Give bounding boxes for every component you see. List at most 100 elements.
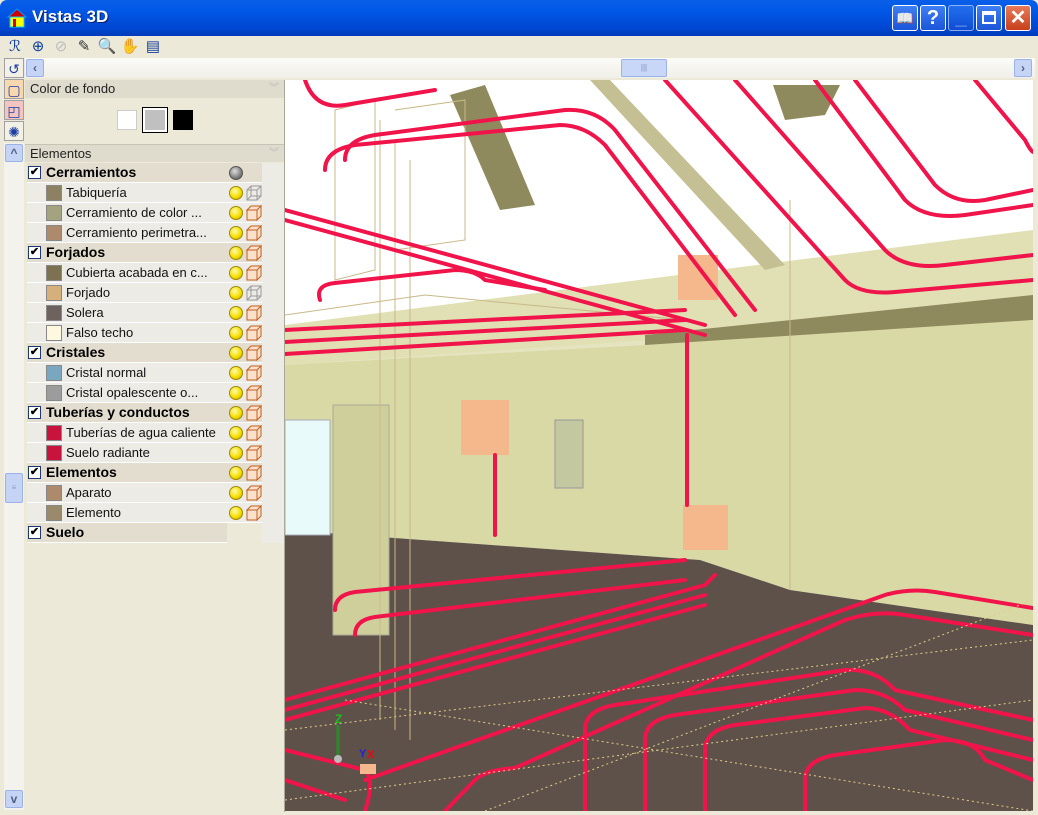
undo-rotate-icon[interactable]: ↺ bbox=[4, 58, 24, 78]
light-bulb-icon[interactable] bbox=[229, 466, 243, 480]
bg-swatch-gray[interactable] bbox=[142, 107, 168, 133]
horizontal-scrollbar[interactable]: ‹ ||| › bbox=[25, 58, 1035, 78]
solid-view-icon[interactable]: ▢ bbox=[4, 79, 24, 99]
maximize-button[interactable] bbox=[976, 5, 1002, 31]
solid-cube-icon[interactable] bbox=[246, 385, 262, 401]
scroll-left-button[interactable]: ‹ bbox=[26, 59, 44, 77]
minimize-button[interactable]: _ bbox=[948, 5, 974, 31]
light-bulb-icon[interactable] bbox=[229, 346, 243, 360]
light-bulb-icon[interactable] bbox=[229, 326, 243, 340]
layer-row[interactable]: Solera bbox=[27, 303, 262, 323]
collapse-icon[interactable]: ︾ bbox=[269, 80, 279, 98]
light-bulb-icon[interactable] bbox=[229, 206, 243, 220]
close-button[interactable]: ✕ bbox=[1005, 5, 1031, 31]
scroll-right-button[interactable]: › bbox=[1014, 59, 1032, 77]
zoom-previous-icon[interactable]: ⊘ bbox=[51, 38, 71, 56]
scroll-up-button[interactable]: ^ bbox=[5, 144, 23, 162]
layer-color-swatch[interactable] bbox=[46, 365, 62, 381]
solid-cube-icon[interactable] bbox=[246, 505, 262, 521]
layer-row[interactable]: Tabiquería bbox=[27, 183, 262, 203]
collapse-icon[interactable]: ︾ bbox=[269, 145, 279, 163]
layer-row[interactable]: Suelo radiante bbox=[27, 443, 262, 463]
layer-color-swatch[interactable] bbox=[46, 425, 62, 441]
solid-cube-icon[interactable] bbox=[246, 345, 262, 361]
light-bulb-icon[interactable] bbox=[229, 186, 243, 200]
light-bulb-icon[interactable] bbox=[229, 426, 243, 440]
group-row[interactable]: ✔ Forjados bbox=[27, 243, 262, 263]
solid-cube-icon[interactable] bbox=[246, 205, 262, 221]
background-color-header[interactable]: Color de fondo ︾ bbox=[25, 80, 284, 98]
light-bulb-icon[interactable] bbox=[229, 446, 243, 460]
group-row[interactable]: ✔ Cristales bbox=[27, 343, 262, 363]
layer-row[interactable]: Tuberías de agua caliente bbox=[27, 423, 262, 443]
solid-cube-icon[interactable] bbox=[246, 225, 262, 241]
export-view-icon[interactable]: ▤ bbox=[143, 38, 163, 56]
layer-row[interactable]: Elemento bbox=[27, 503, 262, 523]
layer-color-swatch[interactable] bbox=[46, 225, 62, 241]
layer-color-swatch[interactable] bbox=[46, 325, 62, 341]
layer-row[interactable]: Cerramiento perimetra... bbox=[27, 223, 262, 243]
solid-cube-icon[interactable] bbox=[246, 445, 262, 461]
layer-color-swatch[interactable] bbox=[46, 385, 62, 401]
light-bulb-icon[interactable] bbox=[229, 266, 243, 280]
layer-color-swatch[interactable] bbox=[46, 205, 62, 221]
group-row[interactable]: ✔ Tuberías y conductos bbox=[27, 403, 262, 423]
solid-cube-icon[interactable] bbox=[246, 425, 262, 441]
zoom-dynamic-icon[interactable]: 🔍 bbox=[97, 38, 117, 56]
solid-cube-icon[interactable] bbox=[246, 365, 262, 381]
group-checkbox[interactable]: ✔ bbox=[28, 406, 41, 419]
layer-color-swatch[interactable] bbox=[46, 305, 62, 321]
solid-cube-icon[interactable] bbox=[246, 325, 262, 341]
orbit-view-icon[interactable]: ◰ bbox=[4, 100, 24, 120]
book-help-button[interactable]: 📖 bbox=[892, 5, 918, 31]
light-bulb-icon[interactable] bbox=[229, 286, 243, 300]
help-button[interactable]: ? bbox=[920, 5, 946, 31]
pan-hand-icon[interactable]: ✋ bbox=[120, 38, 140, 56]
group-checkbox[interactable]: ✔ bbox=[28, 166, 41, 179]
panel-vertical-scrollbar[interactable]: ^ ≡ v bbox=[4, 143, 24, 810]
layer-color-swatch[interactable] bbox=[46, 285, 62, 301]
group-checkbox[interactable]: ✔ bbox=[28, 346, 41, 359]
group-checkbox[interactable]: ✔ bbox=[28, 246, 41, 259]
bg-swatch-black[interactable] bbox=[173, 110, 193, 130]
wireframe-cube-icon[interactable] bbox=[246, 185, 262, 201]
layer-row[interactable]: Falso techo bbox=[27, 323, 262, 343]
group-row[interactable]: ✔ Cerramientos bbox=[27, 163, 262, 183]
layer-row[interactable]: Cristal opalescente o... bbox=[27, 383, 262, 403]
bg-swatch-white[interactable] bbox=[117, 110, 137, 130]
solid-cube-icon[interactable] bbox=[246, 405, 262, 421]
group-checkbox[interactable]: ✔ bbox=[28, 466, 41, 479]
light-bulb-icon[interactable] bbox=[229, 246, 243, 260]
layer-color-swatch[interactable] bbox=[46, 265, 62, 281]
light-bulb-icon[interactable] bbox=[229, 506, 243, 520]
elements-header[interactable]: Elementos ︾ bbox=[25, 144, 284, 162]
layer-row[interactable]: Aparato bbox=[27, 483, 262, 503]
wireframe-cube-icon[interactable] bbox=[246, 285, 262, 301]
scroll-thumb[interactable]: ≡ bbox=[5, 473, 23, 503]
zoom-window-icon[interactable]: ⊕ bbox=[28, 38, 48, 56]
layer-row[interactable]: Cerramiento de color ... bbox=[27, 203, 262, 223]
layer-row[interactable]: Cristal normal bbox=[27, 363, 262, 383]
light-bulb-icon[interactable] bbox=[229, 306, 243, 320]
light-bulb-icon[interactable] bbox=[229, 486, 243, 500]
3d-scene[interactable]: Z Y X bbox=[285, 80, 1033, 811]
edit-pencil-icon[interactable]: ✎ bbox=[74, 38, 94, 56]
solid-cube-icon[interactable] bbox=[246, 465, 262, 481]
solid-cube-icon[interactable] bbox=[246, 305, 262, 321]
light-bulb-icon[interactable] bbox=[229, 366, 243, 380]
scroll-thumb[interactable]: ||| bbox=[621, 59, 667, 77]
group-checkbox[interactable]: ✔ bbox=[28, 526, 41, 539]
scroll-down-button[interactable]: v bbox=[5, 790, 23, 808]
3d-viewport[interactable]: Z Y X bbox=[285, 80, 1033, 811]
light-bulb-icon[interactable] bbox=[229, 386, 243, 400]
light-bulb-icon[interactable] bbox=[229, 406, 243, 420]
layer-row[interactable]: Forjado bbox=[27, 283, 262, 303]
layer-color-swatch[interactable] bbox=[46, 485, 62, 501]
light-bulb-icon[interactable] bbox=[229, 166, 243, 180]
layer-color-swatch[interactable] bbox=[46, 185, 62, 201]
rotate-view-icon[interactable]: ℛ bbox=[5, 38, 25, 56]
layer-color-swatch[interactable] bbox=[46, 445, 62, 461]
solid-cube-icon[interactable] bbox=[246, 265, 262, 281]
solid-cube-icon[interactable] bbox=[246, 485, 262, 501]
layer-row[interactable]: Cubierta acabada en c... bbox=[27, 263, 262, 283]
